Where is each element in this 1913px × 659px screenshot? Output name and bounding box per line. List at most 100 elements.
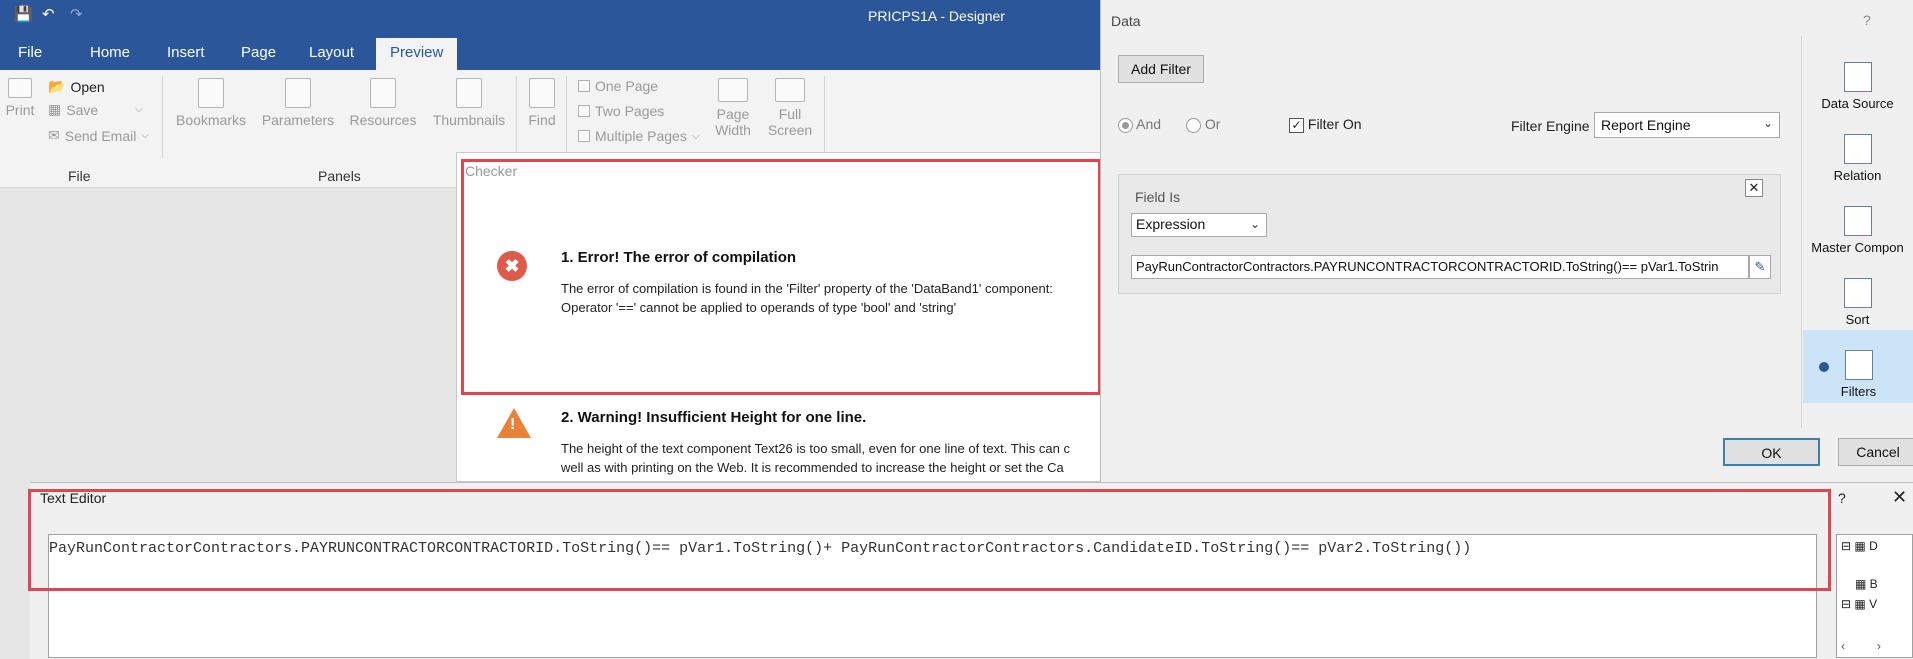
open-button[interactable]: 📂 Open [48, 78, 105, 95]
selected-indicator-icon [1819, 362, 1829, 372]
email-icon: ✉ [48, 127, 60, 143]
parameters-button[interactable]: Parameters [258, 78, 338, 128]
side-item-label: Relation [1833, 168, 1882, 183]
divider [162, 76, 163, 158]
help-icon[interactable]: ? [1863, 12, 1871, 28]
divider [824, 76, 825, 158]
filter-item: Field Is ✕ Expression ⌄ PayRunContractorC… [1118, 174, 1781, 294]
chevron-down-icon: ⌄ [1762, 116, 1773, 130]
one-page-icon [578, 80, 590, 92]
title-bar: 💾 ↶ ↷ PRICPS1A - Designer [0, 0, 1100, 34]
divider [566, 76, 567, 158]
field-is-select[interactable]: Expression ⌄ [1131, 213, 1267, 237]
chevron-down-icon: ⌄ [1249, 217, 1260, 231]
add-filter-button[interactable]: Add Filter [1118, 55, 1204, 83]
close-icon[interactable]: ✕ [1892, 487, 1907, 508]
resources-icon [370, 78, 396, 108]
error-title: 1. Error! The error of compilation [561, 249, 797, 266]
side-item-label: Data Source [1821, 96, 1894, 111]
full-screen-icon [775, 78, 805, 102]
scroll-left-icon[interactable]: ‹ [1841, 639, 1845, 653]
full-screen-button[interactable]: Full Screen [764, 78, 816, 138]
tree-item-label: D [1869, 539, 1878, 553]
and-label: And [1136, 116, 1162, 132]
save-button[interactable]: ▦ Save ⌵ [48, 101, 143, 118]
save-icon[interactable]: 💾 [14, 5, 33, 23]
warning-message-line1: The height of the text component Text26 … [561, 441, 1070, 456]
checkmark-icon: ✓ [1289, 117, 1304, 133]
multiple-pages-button[interactable]: Multiple Pages ⌵ [578, 128, 699, 144]
find-label: Find [528, 112, 556, 128]
error-message-line2: Operator '==' cannot be applied to opera… [561, 300, 957, 315]
two-pages-icon [578, 105, 590, 117]
tree-item[interactable]: ▦ B [1855, 577, 1878, 591]
error-icon: ✖ [497, 251, 527, 281]
chevron-down-icon: ⌵ [141, 130, 149, 141]
side-item-master-component[interactable]: Master Compon [1802, 206, 1913, 255]
cancel-button[interactable]: Cancel [1838, 438, 1913, 466]
radio-icon [1118, 117, 1133, 133]
edit-pencil-icon[interactable]: ✎ [1749, 255, 1771, 279]
find-button[interactable]: Find [522, 78, 562, 128]
two-pages-label: Two Pages [595, 103, 665, 119]
parameters-icon [285, 78, 311, 108]
tree-item[interactable]: ⊟ ▦ V [1841, 597, 1877, 611]
and-radio[interactable]: And [1118, 116, 1161, 133]
side-item-sort[interactable]: Sort [1802, 278, 1913, 327]
error-highlight [461, 159, 1101, 395]
tab-preview[interactable]: Preview [376, 38, 458, 70]
tab-page[interactable]: Page [241, 44, 276, 61]
redo-icon[interactable]: ↷ [70, 5, 83, 23]
tree-item[interactable]: ⊟ ▦ D [1841, 539, 1878, 553]
resources-button[interactable]: Resources [344, 78, 422, 128]
dictionary-tree: ⊟ ▦ D ▦ B ⊟ ▦ V ‹ › [1836, 534, 1913, 658]
printer-icon [8, 78, 32, 98]
or-radio[interactable]: Or [1186, 116, 1220, 133]
checker-title: Checker [465, 163, 518, 179]
page-width-button[interactable]: Page Width [710, 78, 756, 138]
error-message-line1: The error of compilation is found in the… [561, 281, 1053, 296]
warning-title: 2. Warning! Insufficient Height for one … [561, 409, 867, 426]
tab-file[interactable]: File [18, 44, 42, 61]
tree-item-label: V [1869, 597, 1878, 611]
thumbnails-label: Thumbnails [432, 112, 506, 128]
side-item-relation[interactable]: Relation [1802, 134, 1913, 183]
tab-home[interactable]: Home [90, 44, 130, 61]
two-pages-button[interactable]: Two Pages [578, 103, 664, 119]
send-email-button[interactable]: ✉ Send Email ⌵ [48, 127, 149, 144]
side-item-data-source[interactable]: Data Source [1802, 62, 1913, 111]
bookmarks-button[interactable]: Bookmarks [172, 78, 250, 128]
radio-icon [1186, 117, 1201, 133]
thumbnails-icon [456, 78, 482, 108]
one-page-label: One Page [595, 78, 659, 94]
tab-layout[interactable]: Layout [309, 44, 354, 61]
multiple-pages-label: Multiple Pages [595, 128, 687, 144]
thumbnails-button[interactable]: Thumbnails [429, 78, 509, 128]
filter-engine-select[interactable]: Report Engine ⌄ [1594, 112, 1780, 138]
help-icon[interactable]: ? [1838, 490, 1846, 506]
expression-input[interactable]: PayRunContractorContractors.PAYRUNCONTRA… [1131, 255, 1749, 279]
master-component-icon [1843, 206, 1872, 236]
ok-button[interactable]: OK [1723, 438, 1820, 466]
folder-icon: 📂 [48, 78, 66, 94]
sort-icon [1843, 278, 1872, 308]
undo-icon[interactable]: ↶ [42, 5, 55, 23]
side-item-label: Filters [1840, 384, 1877, 399]
one-page-button[interactable]: One Page [578, 78, 658, 94]
tab-insert[interactable]: Insert [167, 44, 205, 61]
filter-on-checkbox[interactable]: ✓ Filter On [1289, 116, 1362, 133]
scroll-right-icon[interactable]: › [1877, 639, 1881, 653]
filter-engine-label: Filter Engine [1511, 118, 1590, 134]
print-button[interactable]: Print [4, 78, 36, 118]
field-is-label: Field Is [1135, 189, 1181, 205]
full-screen-label-1: Full [778, 106, 802, 122]
page-width-label-1: Page [716, 106, 750, 122]
side-item-label: Master Compon [1811, 240, 1904, 255]
close-icon[interactable]: ✕ [1745, 179, 1763, 197]
full-screen-label-2: Screen [767, 122, 813, 138]
or-label: Or [1204, 116, 1221, 132]
parameters-label: Parameters [261, 112, 335, 128]
binoculars-icon [529, 78, 555, 108]
open-label: Open [70, 78, 105, 95]
warning-icon-glyph: ! [510, 416, 516, 433]
